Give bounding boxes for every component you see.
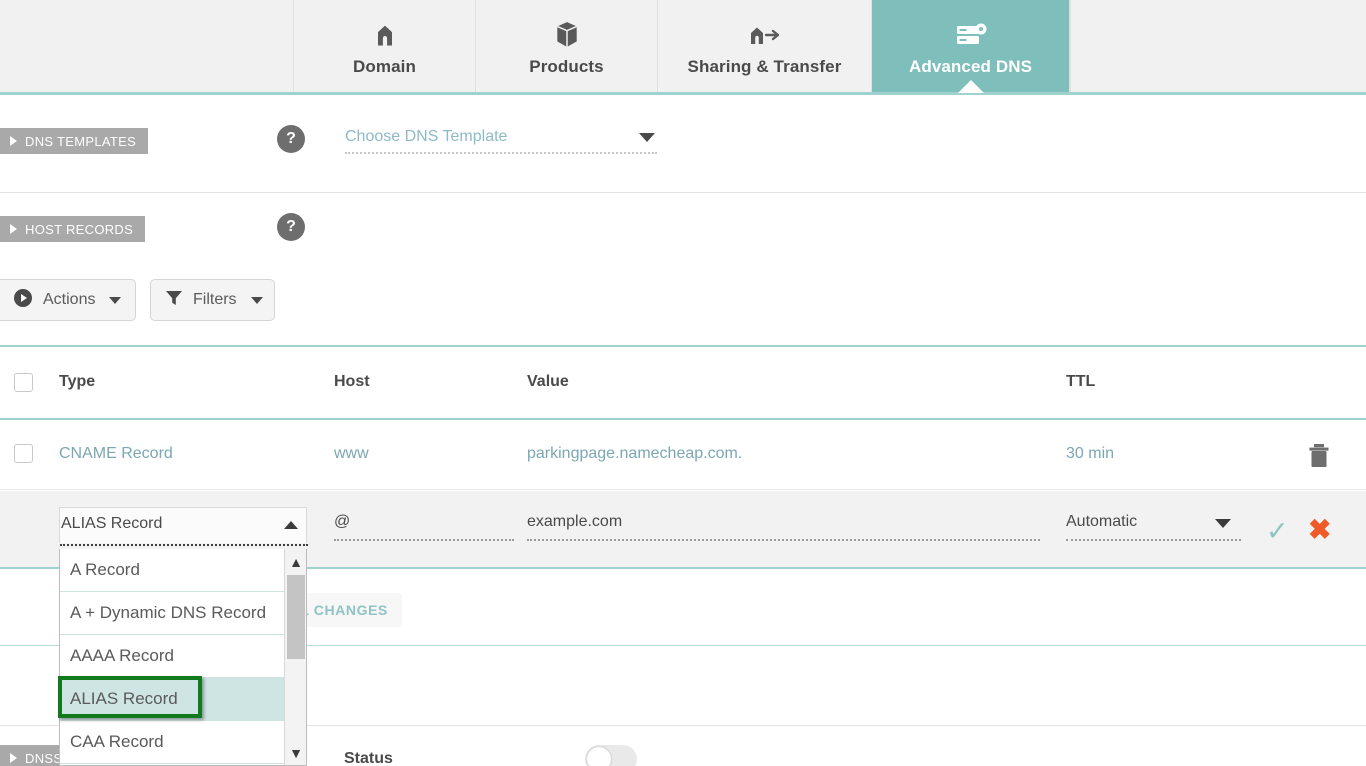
dns-template-select[interactable]: Choose DNS Template bbox=[345, 128, 657, 154]
table-row: CNAME Record www parkingpage.namecheap.c… bbox=[0, 420, 1366, 490]
help-icon-dns-templates[interactable]: ? bbox=[277, 125, 305, 153]
value-input-value: example.com bbox=[527, 513, 1040, 539]
record-type-dropdown[interactable]: A Record A + Dynamic DNS Record AAAA Rec… bbox=[59, 549, 307, 766]
actions-button[interactable]: Actions bbox=[0, 279, 136, 321]
value-input[interactable]: example.com bbox=[527, 513, 1040, 541]
dnssec-status-toggle[interactable] bbox=[585, 745, 637, 766]
help-icon-host-records[interactable]: ? bbox=[277, 213, 305, 241]
dropdown-option-aaaa-record[interactable]: AAAA Record bbox=[60, 635, 306, 678]
dropdown-option-label: AAAA Record bbox=[70, 646, 174, 666]
tab-products-label: Products bbox=[529, 57, 603, 77]
host-input[interactable]: @ bbox=[334, 513, 514, 541]
funnel-icon bbox=[165, 289, 183, 312]
row-checkbox[interactable] bbox=[14, 444, 33, 463]
host-input-underline bbox=[334, 539, 514, 541]
table-header-row: Type Host Value TTL bbox=[0, 347, 1366, 418]
expand-triangle-icon bbox=[10, 224, 17, 234]
record-type-select-underline bbox=[60, 544, 308, 546]
row-host[interactable]: www bbox=[334, 445, 369, 463]
ttl-select[interactable]: Automatic bbox=[1066, 513, 1241, 541]
chevron-down-icon bbox=[1215, 519, 1231, 528]
section-header-host-records-label: HOST RECORDS bbox=[25, 222, 133, 237]
box-icon bbox=[554, 15, 580, 49]
trash-icon[interactable] bbox=[1308, 443, 1330, 474]
divider-under-dns-templates bbox=[0, 192, 1366, 193]
row-value[interactable]: parkingpage.namecheap.com. bbox=[527, 445, 742, 463]
chevron-down-icon bbox=[109, 297, 121, 304]
filters-button-label: Filters bbox=[193, 291, 237, 309]
help-icon-glyph: ? bbox=[286, 218, 296, 236]
chevron-down-icon[interactable]: ▼ bbox=[285, 742, 307, 764]
dns-template-select-value: Choose DNS Template bbox=[345, 128, 657, 152]
value-input-underline bbox=[527, 539, 1040, 541]
dropdown-option-label: A + Dynamic DNS Record bbox=[70, 603, 266, 623]
record-type-select[interactable]: ALIAS Record bbox=[59, 507, 307, 543]
section-header-dns-templates-label: DNS TEMPLATES bbox=[25, 134, 136, 149]
chevron-down-icon bbox=[251, 297, 263, 304]
dropdown-option-a-record[interactable]: A Record bbox=[60, 549, 306, 592]
tab-products[interactable]: Products bbox=[476, 0, 658, 92]
help-icon-glyph: ? bbox=[286, 130, 296, 148]
house-arrow-icon bbox=[748, 15, 782, 49]
tab-sharing-transfer[interactable]: Sharing & Transfer bbox=[658, 0, 872, 92]
section-header-dns-templates[interactable]: DNS TEMPLATES bbox=[0, 128, 148, 154]
expand-triangle-icon bbox=[10, 136, 17, 146]
host-input-value: @ bbox=[334, 513, 514, 539]
column-header-value: Value bbox=[527, 373, 569, 391]
dropdown-option-a-dynamic-dns-record[interactable]: A + Dynamic DNS Record bbox=[60, 592, 306, 635]
row-type[interactable]: CNAME Record bbox=[59, 445, 173, 463]
column-header-host: Host bbox=[334, 373, 370, 391]
tab-domain[interactable]: Domain bbox=[294, 0, 476, 92]
section-header-host-records[interactable]: HOST RECORDS bbox=[0, 216, 145, 242]
actions-button-label: Actions bbox=[43, 291, 95, 309]
toggle-knob bbox=[587, 747, 611, 766]
column-header-type: Type bbox=[59, 373, 95, 391]
dns-template-select-underline bbox=[345, 152, 657, 154]
scrollbar-thumb[interactable] bbox=[287, 575, 305, 659]
chevron-up-icon bbox=[284, 521, 298, 529]
dropdown-option-label: CAA Record bbox=[70, 732, 164, 752]
advanced-dns-page: Domain Products Sharing & Transfer bbox=[0, 0, 1366, 766]
dropdown-option-caa-record[interactable]: CAA Record bbox=[60, 721, 306, 764]
dropdown-option-label: A Record bbox=[70, 560, 140, 580]
play-circle-icon bbox=[13, 288, 33, 313]
tab-advanced-dns[interactable]: Advanced DNS bbox=[872, 0, 1070, 92]
ttl-select-underline bbox=[1066, 539, 1241, 541]
dnssec-status-label: Status bbox=[344, 750, 393, 766]
x-icon[interactable]: ✖ bbox=[1308, 516, 1331, 544]
expand-triangle-icon bbox=[10, 753, 17, 763]
tab-domain-label: Domain bbox=[353, 57, 416, 77]
main-tab-bar: Domain Products Sharing & Transfer bbox=[0, 0, 1366, 95]
dropdown-scrollbar[interactable]: ▲ ▼ bbox=[284, 549, 306, 766]
filters-button[interactable]: Filters bbox=[150, 279, 275, 321]
select-all-checkbox[interactable] bbox=[14, 373, 33, 392]
row-ttl[interactable]: 30 min bbox=[1066, 445, 1114, 463]
house-icon bbox=[371, 15, 399, 49]
chevron-down-icon bbox=[639, 133, 655, 142]
tab-advanced-dns-label: Advanced DNS bbox=[909, 57, 1032, 77]
check-icon[interactable]: ✓ bbox=[1266, 518, 1289, 545]
tab-bar-left-spacer bbox=[0, 0, 294, 92]
tab-sharing-transfer-label: Sharing & Transfer bbox=[688, 57, 842, 77]
server-gear-icon bbox=[954, 15, 988, 49]
record-type-select-value: ALIAS Record bbox=[60, 508, 306, 533]
column-header-ttl: TTL bbox=[1066, 373, 1095, 391]
chevron-up-icon[interactable]: ▲ bbox=[285, 551, 307, 573]
dropdown-option-label: ALIAS Record bbox=[70, 689, 178, 709]
tab-bar-right-spacer bbox=[1070, 0, 1366, 92]
dropdown-option-alias-record[interactable]: ALIAS Record bbox=[60, 678, 306, 721]
